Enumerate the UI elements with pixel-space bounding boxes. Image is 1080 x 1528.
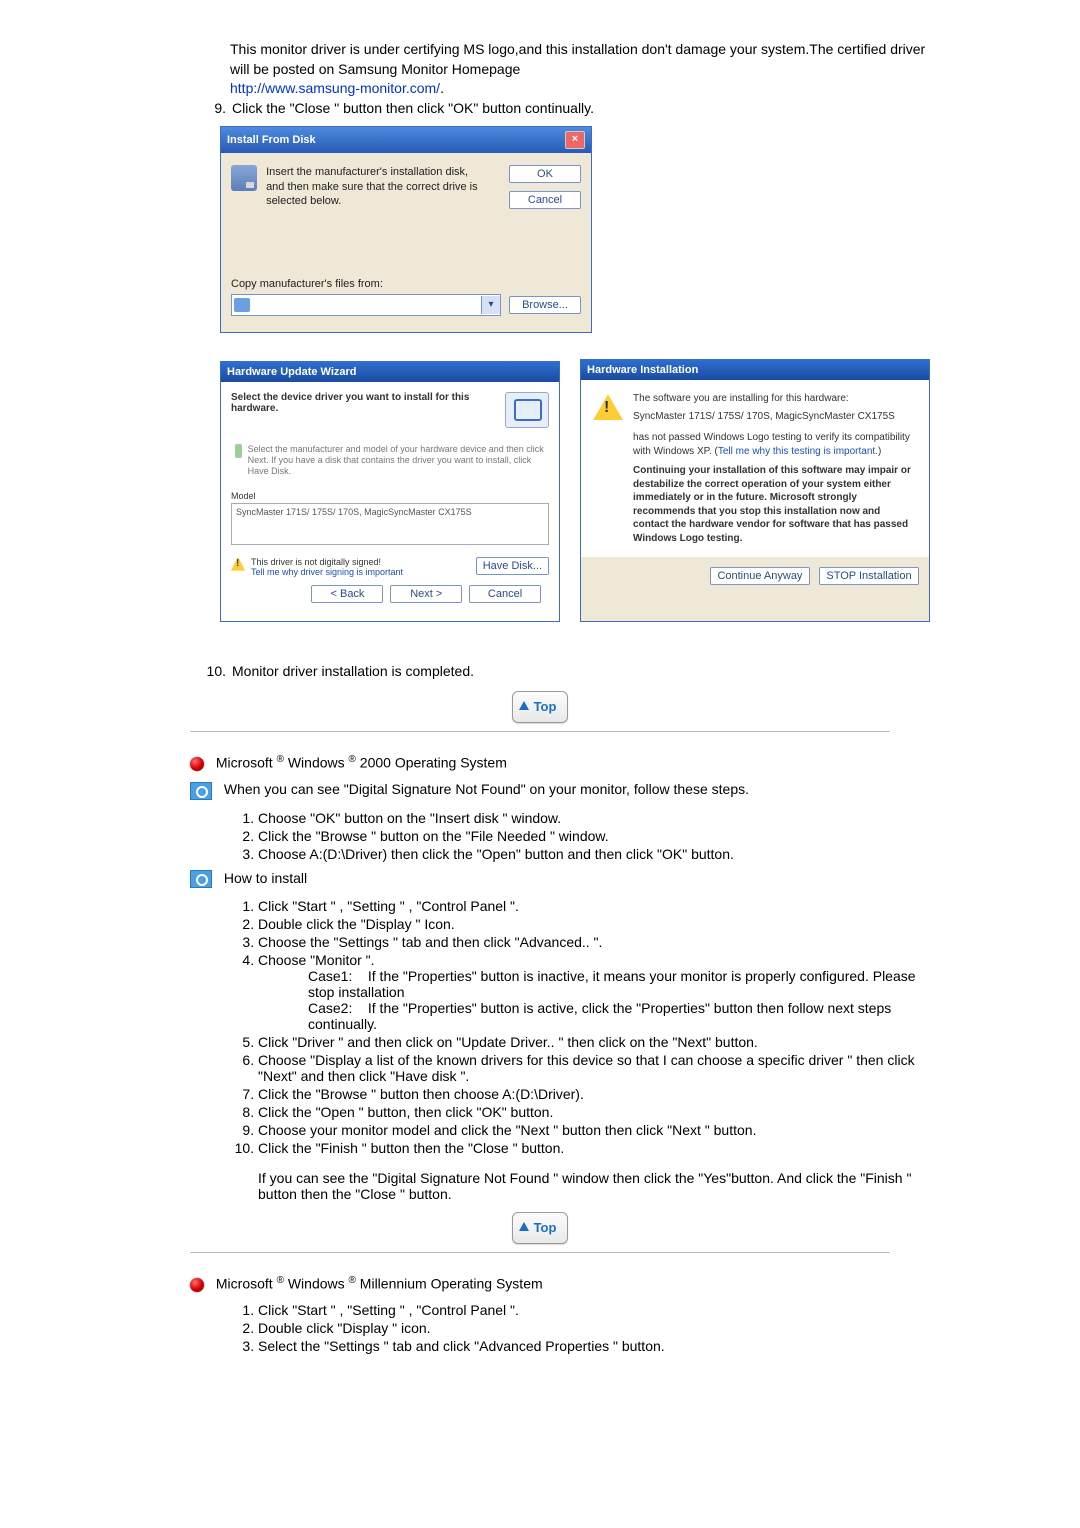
why-signing-link[interactable]: Tell me why driver signing is important: [251, 567, 403, 577]
intro-paragraph: This monitor driver is under certifying …: [230, 40, 930, 99]
sig-steps-list: Choose "OK" button on the "Insert disk "…: [230, 810, 930, 862]
step-9: 9. Click the "Close " button then click …: [206, 99, 930, 119]
ok-button[interactable]: OK: [509, 165, 581, 183]
separator: [190, 731, 890, 732]
list-item: Double click the "Display " Icon.: [258, 916, 930, 932]
step-10: 10. Monitor driver installation is compl…: [206, 662, 930, 682]
sig-not-found-heading: When you can see "Digital Signature Not …: [190, 781, 930, 799]
list-item: Choose "Monitor ". Case1: If the "Proper…: [258, 952, 930, 1032]
huw-heading: Select the device driver you want to ins…: [231, 392, 481, 414]
list-item: Click the "Finish " button then the "Clo…: [258, 1140, 930, 1202]
model-listbox[interactable]: SyncMaster 171S/ 175S/ 170S, MagicSyncMa…: [231, 503, 549, 545]
huw-title: Hardware Update Wizard: [227, 366, 357, 378]
red-bullet-icon: [190, 757, 204, 771]
tail-note: If you can see the "Digital Signature No…: [258, 1170, 911, 1202]
install-from-disk-msg: Insert the manufacturer's installation d…: [266, 165, 486, 208]
next-button[interactable]: Next >: [390, 585, 462, 603]
hinst-l3link[interactable]: Tell me why this testing is important.: [718, 446, 878, 457]
step-9-text: Click the "Close " button then click "OK…: [232, 99, 594, 119]
separator: [190, 1252, 890, 1253]
have-disk-button[interactable]: Have Disk...: [476, 557, 549, 575]
list-item: Choose your monitor model and click the …: [258, 1122, 930, 1138]
path-combobox[interactable]: ▾: [231, 294, 501, 316]
huw-instruction: Select the manufacturer and model of you…: [248, 444, 545, 476]
chip-icon: [235, 444, 242, 458]
copy-from-label: Copy manufacturer's files from:: [231, 278, 581, 290]
o-bullet-icon: [190, 782, 212, 800]
list-item: Click "Start " , "Setting " , "Control P…: [258, 1302, 930, 1318]
hardware-update-wizard-dialog: Hardware Update Wizard Select the device…: [220, 361, 560, 621]
stop-installation-button[interactable]: STOP Installation: [819, 567, 919, 585]
samsung-link[interactable]: http://www.samsung-monitor.com/: [230, 80, 440, 96]
list-item: Select the "Settings " tab and click "Ad…: [258, 1338, 930, 1354]
o-bullet-icon: [190, 870, 212, 888]
list-item: Click the "Browse " button then choose A…: [258, 1086, 930, 1102]
list-item: Click "Start " , "Setting " , "Control P…: [258, 898, 930, 914]
model-label: Model: [231, 491, 549, 501]
case2: Case2: If the "Properties" button is act…: [308, 1000, 930, 1032]
w2000-heading: Microsoft ® Windows ® 2000 Operating Sys…: [190, 754, 930, 771]
install-from-disk-title: Install From Disk: [227, 134, 316, 146]
wme-steps-list: Click "Start " , "Setting " , "Control P…: [230, 1302, 930, 1354]
floppy-icon: [231, 165, 257, 191]
drive-icon: [234, 298, 250, 312]
device-icon: [505, 392, 549, 428]
red-bullet-icon: [190, 1278, 204, 1292]
warning-icon: [231, 557, 245, 571]
top-button[interactable]: Top: [512, 1212, 568, 1244]
list-item: Click the "Open " button, then click "OK…: [258, 1104, 930, 1120]
step-9-num: 9.: [206, 99, 226, 119]
cancel-button[interactable]: Cancel: [509, 191, 581, 209]
top-button[interactable]: Top: [512, 691, 568, 723]
step-10-text: Monitor driver installation is completed…: [232, 662, 474, 682]
install-from-disk-dialog: Install From Disk × Insert the manufactu…: [220, 126, 592, 333]
intro-text: This monitor driver is under certifying …: [230, 41, 925, 77]
cancel-button-2[interactable]: Cancel: [469, 585, 541, 603]
browse-button[interactable]: Browse...: [509, 296, 581, 314]
hinst-l1: The software you are installing for this…: [633, 392, 917, 406]
hinst-l2: SyncMaster 171S/ 175S/ 170S, MagicSyncMa…: [633, 410, 917, 424]
back-button[interactable]: < Back: [311, 585, 383, 603]
list-item: Click "Driver " and then click on "Updat…: [258, 1034, 930, 1050]
list-item: Choose A:(D:\Driver) then click the "Ope…: [258, 846, 930, 862]
list-item: Double click "Display " icon.: [258, 1320, 930, 1336]
chevron-down-icon[interactable]: ▾: [481, 296, 500, 314]
how-to-install-heading: How to install: [190, 870, 930, 888]
step-10-num: 10.: [206, 662, 226, 682]
warning-icon: [593, 394, 623, 420]
continue-anyway-button[interactable]: Continue Anyway: [710, 567, 810, 585]
list-item: Click the "Browse " button on the "File …: [258, 828, 930, 844]
hinst-title: Hardware Installation: [587, 364, 698, 376]
list-item: Choose "OK" button on the "Insert disk "…: [258, 810, 930, 826]
list-item: Choose the "Settings " tab and then clic…: [258, 934, 930, 950]
not-signed-text: This driver is not digitally signed!: [251, 557, 403, 567]
hardware-installation-dialog: Hardware Installation The software you a…: [580, 359, 930, 621]
install-steps-list: Click "Start " , "Setting " , "Control P…: [230, 898, 930, 1202]
wme-heading: Microsoft ® Windows ® Millennium Operati…: [190, 1275, 930, 1292]
case1: Case1: If the "Properties" button is ina…: [308, 968, 930, 1000]
hinst-bold: Continuing your installation of this sof…: [633, 464, 917, 545]
list-item: Choose "Display a list of the known driv…: [258, 1052, 930, 1084]
close-icon[interactable]: ×: [565, 131, 585, 149]
